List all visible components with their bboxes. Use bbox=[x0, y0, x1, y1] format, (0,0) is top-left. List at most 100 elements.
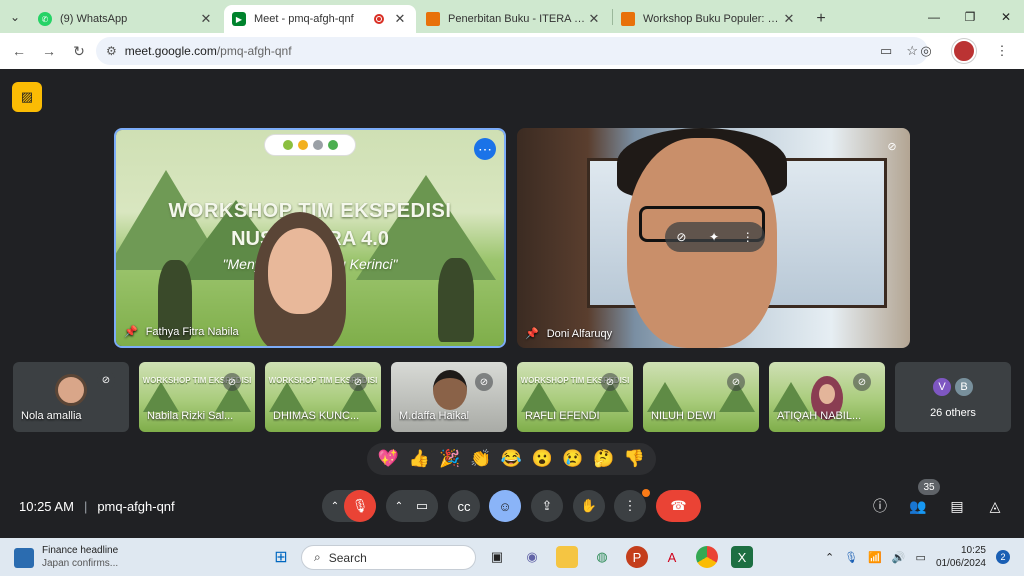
system-clock[interactable]: 10:25 01/06/2024 bbox=[936, 544, 986, 570]
tab-itera-press[interactable]: Penerbitan Buku - ITERA Press ✕ bbox=[418, 5, 610, 33]
battery-icon[interactable]: ▭ bbox=[916, 551, 926, 564]
present-screen-button[interactable]: ⇪ bbox=[531, 490, 563, 522]
restore-icon[interactable]: ❐ bbox=[952, 0, 988, 33]
reaction-thumbs-up[interactable]: 👍 bbox=[406, 449, 432, 469]
participant-tile-daffa[interactable]: ⊘ M.daffa Haikal bbox=[391, 362, 507, 432]
reaction-sparkling-heart[interactable]: 💖 bbox=[375, 449, 401, 469]
back-icon[interactable]: ← bbox=[4, 36, 34, 66]
mic-off-icon: ⊘ bbox=[97, 371, 115, 389]
pin-icon[interactable]: 📌 bbox=[124, 325, 138, 338]
site-info-icon[interactable]: ⚙ bbox=[106, 44, 117, 58]
camera-button[interactable]: ▭ bbox=[406, 490, 438, 522]
sponsor-logos bbox=[264, 134, 356, 156]
chat-icon[interactable]: ▤ bbox=[945, 494, 969, 518]
participant-tile-nabila[interactable]: WORKSHOP TIM EKSPEDISI ⊘ Nabila Rizki Sa… bbox=[139, 362, 255, 432]
avatar: V bbox=[931, 376, 953, 398]
url-bar[interactable]: ⚙ meet.google.com/pmq-afgh-qnf ▭ ☆ bbox=[96, 37, 928, 65]
close-window-icon[interactable]: ✕ bbox=[988, 0, 1024, 33]
volume-icon[interactable]: 🔊 bbox=[892, 551, 906, 564]
more-options-icon[interactable]: ⋮ bbox=[742, 230, 754, 244]
meeting-info: 10:25 AM | pmq-afgh-qnf bbox=[19, 499, 175, 514]
slide-mountain bbox=[143, 382, 179, 412]
forward-icon[interactable]: → bbox=[34, 36, 64, 66]
raise-hand-button[interactable]: ✋ bbox=[573, 490, 605, 522]
others-tile[interactable]: V B 26 others bbox=[895, 362, 1011, 432]
close-tab-icon[interactable]: ✕ bbox=[586, 11, 602, 27]
divider: | bbox=[83, 499, 88, 514]
excel-icon[interactable]: X bbox=[731, 546, 753, 568]
system-tray: ⌃ 🎙 📶 🔊 ▭ 10:25 01/06/2024 2 bbox=[825, 544, 1010, 570]
camera-permission-icon[interactable]: ▭ bbox=[880, 43, 892, 59]
minimize-icon[interactable]: — bbox=[916, 0, 952, 33]
taskbar-search-input[interactable]: ⌕ Search bbox=[301, 545, 476, 570]
pin-off-icon[interactable]: ⊘ bbox=[676, 230, 686, 244]
participant-tile-nola[interactable]: ⊘ Nola amallia bbox=[13, 362, 129, 432]
browser-menu-icon[interactable]: ⋮ bbox=[990, 39, 1014, 63]
captions-off-icon[interactable]: ▨ bbox=[12, 82, 42, 112]
emoji-reactions-button[interactable]: ☺ bbox=[489, 490, 521, 522]
tab-meet[interactable]: ▶ Meet - pmq-afgh-qnf ✕ bbox=[224, 5, 416, 33]
participant-tile-atiqah[interactable]: ⊘ ATIQAH NABIL... bbox=[769, 362, 885, 432]
reaction-clapping[interactable]: 👏 bbox=[468, 449, 494, 469]
mic-off-icon: ⊘ bbox=[853, 373, 871, 391]
participant-tile-doni[interactable]: ⊘ ✦ ⋮ ⊘ 📌 Doni Alfaruqy bbox=[517, 128, 910, 348]
slide-mountain bbox=[773, 382, 809, 412]
windows-start-icon[interactable]: ⊞ bbox=[270, 546, 292, 568]
activities-icon[interactable]: ◬ bbox=[983, 494, 1007, 518]
chrome-icon[interactable] bbox=[696, 546, 718, 568]
powerpoint-icon[interactable]: P bbox=[626, 546, 648, 568]
meeting-details-icon[interactable]: ⓘ bbox=[868, 494, 892, 518]
reaction-thinking[interactable]: 🤔 bbox=[591, 449, 617, 469]
tab-title: (9) WhatsApp bbox=[60, 13, 128, 25]
profile-avatar[interactable] bbox=[952, 39, 976, 63]
reaction-laughing[interactable]: 😂 bbox=[498, 449, 524, 469]
participant-name-tag: 📌 Doni Alfaruqy bbox=[525, 327, 613, 341]
chevron-up-icon[interactable]: ⌃ bbox=[825, 551, 834, 564]
close-tab-icon[interactable]: ✕ bbox=[392, 11, 408, 27]
effects-sparkle-icon[interactable]: ✦ bbox=[709, 230, 719, 244]
reaction-crying[interactable]: 😢 bbox=[560, 449, 586, 469]
participant-tile-fathya[interactable]: WORKSHOP TIM EKSPEDISI NUSANTARA 4.0 "Me… bbox=[114, 128, 506, 348]
meeting-code: pmq-afgh-qnf bbox=[97, 499, 175, 514]
reload-icon[interactable]: ↻ bbox=[64, 36, 94, 66]
more-options-icon[interactable]: ⋯ bbox=[474, 138, 496, 160]
participant-tile-dhimas[interactable]: WORKSHOP TIM EKSPEDISI ⊘ DHIMAS KUNC... bbox=[265, 362, 381, 432]
close-tab-icon[interactable]: ✕ bbox=[781, 11, 797, 27]
participant-name: ATIQAH NABIL... bbox=[777, 410, 862, 422]
pin-icon[interactable]: 📌 bbox=[525, 327, 539, 340]
tab-workshop[interactable]: Workshop Buku Populer: Mena ✕ bbox=[613, 5, 805, 33]
participant-name: Doni Alfaruqy bbox=[546, 327, 613, 340]
mic-off-button[interactable]: 🎙 bbox=[344, 490, 376, 522]
news-widget[interactable]: Finance headline Japan confirms... bbox=[14, 544, 118, 570]
url-path: /pmq-afgh-qnf bbox=[216, 44, 292, 58]
participant-tile-niluh[interactable]: ⊘ NILUH DEWI bbox=[643, 362, 759, 432]
tab-title: Meet - pmq-afgh-qnf bbox=[254, 13, 354, 25]
more-options-button[interactable]: ⋮ bbox=[614, 490, 646, 522]
file-explorer-icon[interactable] bbox=[556, 546, 578, 568]
news-icon bbox=[14, 548, 34, 568]
browser-globe-icon[interactable]: ◍ bbox=[591, 546, 613, 568]
tab-title: Workshop Buku Populer: Mena bbox=[643, 13, 781, 25]
news-text: Finance headline Japan confirms... bbox=[42, 544, 118, 570]
microphone-icon[interactable]: 🎙 bbox=[844, 551, 858, 564]
reaction-thumbs-down[interactable]: 👎 bbox=[622, 449, 648, 469]
extension-icon[interactable]: ◎ bbox=[914, 39, 938, 63]
url-host: meet.google.com bbox=[124, 44, 217, 58]
acrobat-icon[interactable]: A bbox=[661, 546, 683, 568]
tab-whatsapp[interactable]: ✆ (9) WhatsApp ✕ bbox=[30, 5, 222, 33]
participant-name: Nabila Rizki Sal... bbox=[147, 410, 234, 422]
captions-button[interactable]: cc bbox=[448, 490, 480, 522]
wifi-icon[interactable]: 📶 bbox=[868, 551, 882, 564]
leave-call-button[interactable]: ☎ bbox=[656, 490, 701, 522]
reactions-bar: 💖 👍 🎉 👏 😂 😮 😢 🤔 👎 bbox=[367, 443, 656, 475]
tab-search-chevron-icon[interactable]: ⌄ bbox=[0, 0, 30, 33]
people-icon[interactable]: 👥 bbox=[906, 494, 930, 518]
task-view-icon[interactable]: ▣ bbox=[486, 546, 508, 568]
reaction-surprised[interactable]: 😮 bbox=[529, 449, 555, 469]
notification-badge[interactable]: 2 bbox=[996, 550, 1010, 564]
participant-tile-rafli[interactable]: WORKSHOP TIM EKSPEDISI ⊘ RAFLI EFENDI bbox=[517, 362, 633, 432]
close-tab-icon[interactable]: ✕ bbox=[198, 11, 214, 27]
reaction-party-popper[interactable]: 🎉 bbox=[437, 449, 463, 469]
teams-chat-icon[interactable]: ◉ bbox=[521, 546, 543, 568]
new-tab-icon[interactable]: + bbox=[807, 5, 835, 33]
